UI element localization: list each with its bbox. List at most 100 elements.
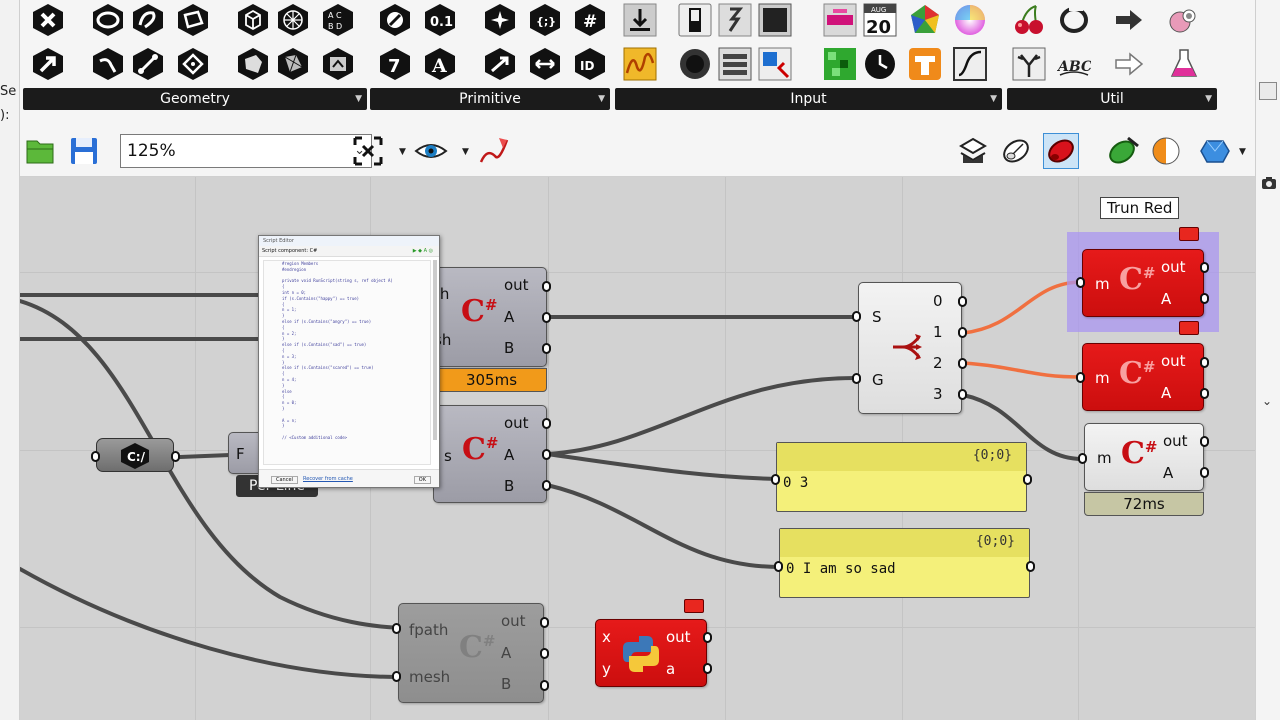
preview-wire-icon[interactable] (955, 133, 991, 169)
colour-swatch-icon[interactable] (907, 2, 943, 38)
python-script-component[interactable]: x y out a (595, 619, 707, 687)
chevron-down-icon[interactable]: ⌄ (1262, 394, 1272, 408)
domain-icon[interactable] (527, 46, 563, 82)
vector-icon[interactable] (30, 46, 66, 82)
output-grip[interactable] (540, 617, 549, 628)
mesh-icon[interactable] (275, 2, 311, 38)
output-grip[interactable] (1200, 436, 1209, 447)
arrow-right-outline-icon[interactable] (1111, 46, 1147, 82)
right-panel-button[interactable] (1259, 82, 1277, 100)
csharp-script-component-disabled[interactable]: fpath mesh C# out A B (398, 603, 544, 703)
ok-button[interactable]: OK (413, 476, 431, 484)
script-editor-popup[interactable]: Script Editor Script component: C# ▶ ◆ A … (258, 235, 440, 488)
output-grip[interactable] (958, 296, 967, 307)
output-grip[interactable] (542, 418, 551, 429)
open-file-icon[interactable] (22, 133, 58, 169)
input-grip[interactable] (774, 561, 783, 572)
abc-icon[interactable]: ABC (1056, 46, 1092, 82)
output-grip[interactable] (1200, 262, 1209, 273)
output-grip[interactable] (1200, 388, 1209, 399)
input-grip[interactable] (1076, 372, 1085, 383)
input-grip[interactable] (392, 671, 401, 682)
input-grip[interactable] (852, 373, 861, 384)
circle-icon[interactable] (90, 2, 126, 38)
output-grip[interactable] (1200, 357, 1209, 368)
zoom-extents-icon[interactable] (350, 133, 386, 169)
preview-eye-icon[interactable] (413, 133, 449, 169)
output-grip[interactable] (540, 680, 549, 691)
output-grip[interactable] (703, 663, 712, 674)
ribbon-group-label[interactable]: Util ▼ (1007, 88, 1217, 110)
clock-icon[interactable] (862, 46, 898, 82)
output-grip[interactable] (958, 389, 967, 400)
button-object-icon[interactable] (677, 46, 713, 82)
colour-icon[interactable] (482, 2, 518, 38)
ribbon-group-label[interactable]: Primitive ▼ (370, 88, 610, 110)
arc-icon[interactable] (90, 46, 126, 82)
stream-gate-component[interactable]: S G 0 1 2 3 (858, 282, 962, 414)
output-grip[interactable] (1200, 293, 1209, 304)
loop-icon[interactable] (1056, 2, 1092, 38)
input-grip[interactable] (1078, 453, 1087, 464)
mesh-face-icon[interactable] (275, 46, 311, 82)
csharp-script-component[interactable]: m C# out A (1084, 423, 1204, 491)
ribbon-group-label[interactable]: Geometry ▼ (23, 88, 367, 110)
zoom-combobox[interactable]: 125% ⌄ (120, 134, 372, 168)
file-path-param[interactable]: C:/ (96, 438, 174, 472)
output-grip[interactable] (542, 449, 551, 460)
csharp-script-component[interactable]: s C# out A B (433, 405, 547, 503)
ribbon-group-label[interactable]: Input ▼ (615, 88, 1002, 110)
sketch-pen-icon[interactable] (476, 133, 512, 169)
wire[interactable] (178, 453, 232, 459)
control-knob-icon[interactable] (757, 46, 793, 82)
output-grip[interactable] (540, 648, 549, 659)
curve-icon[interactable] (130, 2, 166, 38)
point-icon[interactable] (30, 2, 66, 38)
csharp-script-red-component[interactable]: m C# out A (1082, 343, 1204, 411)
text-icon[interactable]: A (422, 46, 458, 82)
surface-icon[interactable] (175, 2, 211, 38)
csharp-script-red-component[interactable]: m C# out A (1082, 249, 1204, 317)
geometry-pipeline-icon[interactable] (320, 46, 356, 82)
transform-icon[interactable] (482, 46, 518, 82)
output-grip[interactable] (542, 312, 551, 323)
gradient-icon[interactable] (822, 2, 858, 38)
preview-shaded-icon[interactable] (1043, 133, 1079, 169)
path-icon[interactable]: {;} (527, 2, 563, 38)
code-editor[interactable]: #region Members #endregion private void Ru… (263, 260, 431, 465)
box-icon[interactable] (235, 2, 271, 38)
calendar-icon[interactable]: AUG 20 (862, 2, 898, 38)
preview-mesh-icon[interactable] (998, 133, 1034, 169)
dropdown-arrow-icon[interactable]: ▼ (462, 147, 469, 157)
dropdown-arrow-icon[interactable]: ▼ (1239, 147, 1246, 157)
flask-icon[interactable] (1166, 46, 1202, 82)
input-grip[interactable] (771, 474, 780, 485)
bezier-span-icon[interactable] (907, 46, 943, 82)
boolean-icon[interactable] (377, 2, 413, 38)
output-grip[interactable] (958, 327, 967, 338)
wire[interactable] (20, 567, 402, 679)
save-file-icon[interactable] (66, 133, 102, 169)
preview-selected-icon[interactable] (1105, 133, 1141, 169)
recover-link[interactable]: Recover from cache (303, 476, 353, 482)
value-list-icon[interactable] (717, 46, 753, 82)
toggle-icon[interactable] (677, 2, 713, 38)
gem-icon[interactable] (1197, 133, 1233, 169)
output-grip[interactable] (1200, 467, 1209, 478)
gradient-download-icon[interactable] (622, 2, 658, 38)
output-grip[interactable] (958, 358, 967, 369)
input-grip[interactable] (91, 451, 100, 462)
input-grip[interactable] (852, 311, 861, 322)
data-icon[interactable]: # (572, 2, 608, 38)
dropdown-arrow-icon[interactable]: ▼ (399, 147, 406, 157)
run-icon[interactable]: ▶ ◆ A ◎ (413, 246, 433, 257)
output-grip[interactable] (542, 281, 551, 292)
wire[interactable] (545, 452, 780, 481)
wire[interactable] (545, 483, 782, 569)
brep-icon[interactable] (235, 46, 271, 82)
number-slider-icon[interactable] (717, 2, 753, 38)
cancel-button[interactable]: Cancel (271, 476, 298, 484)
wire-selected[interactable] (961, 361, 1084, 379)
graph-mapper-icon[interactable] (622, 46, 658, 82)
output-grip[interactable] (542, 480, 551, 491)
